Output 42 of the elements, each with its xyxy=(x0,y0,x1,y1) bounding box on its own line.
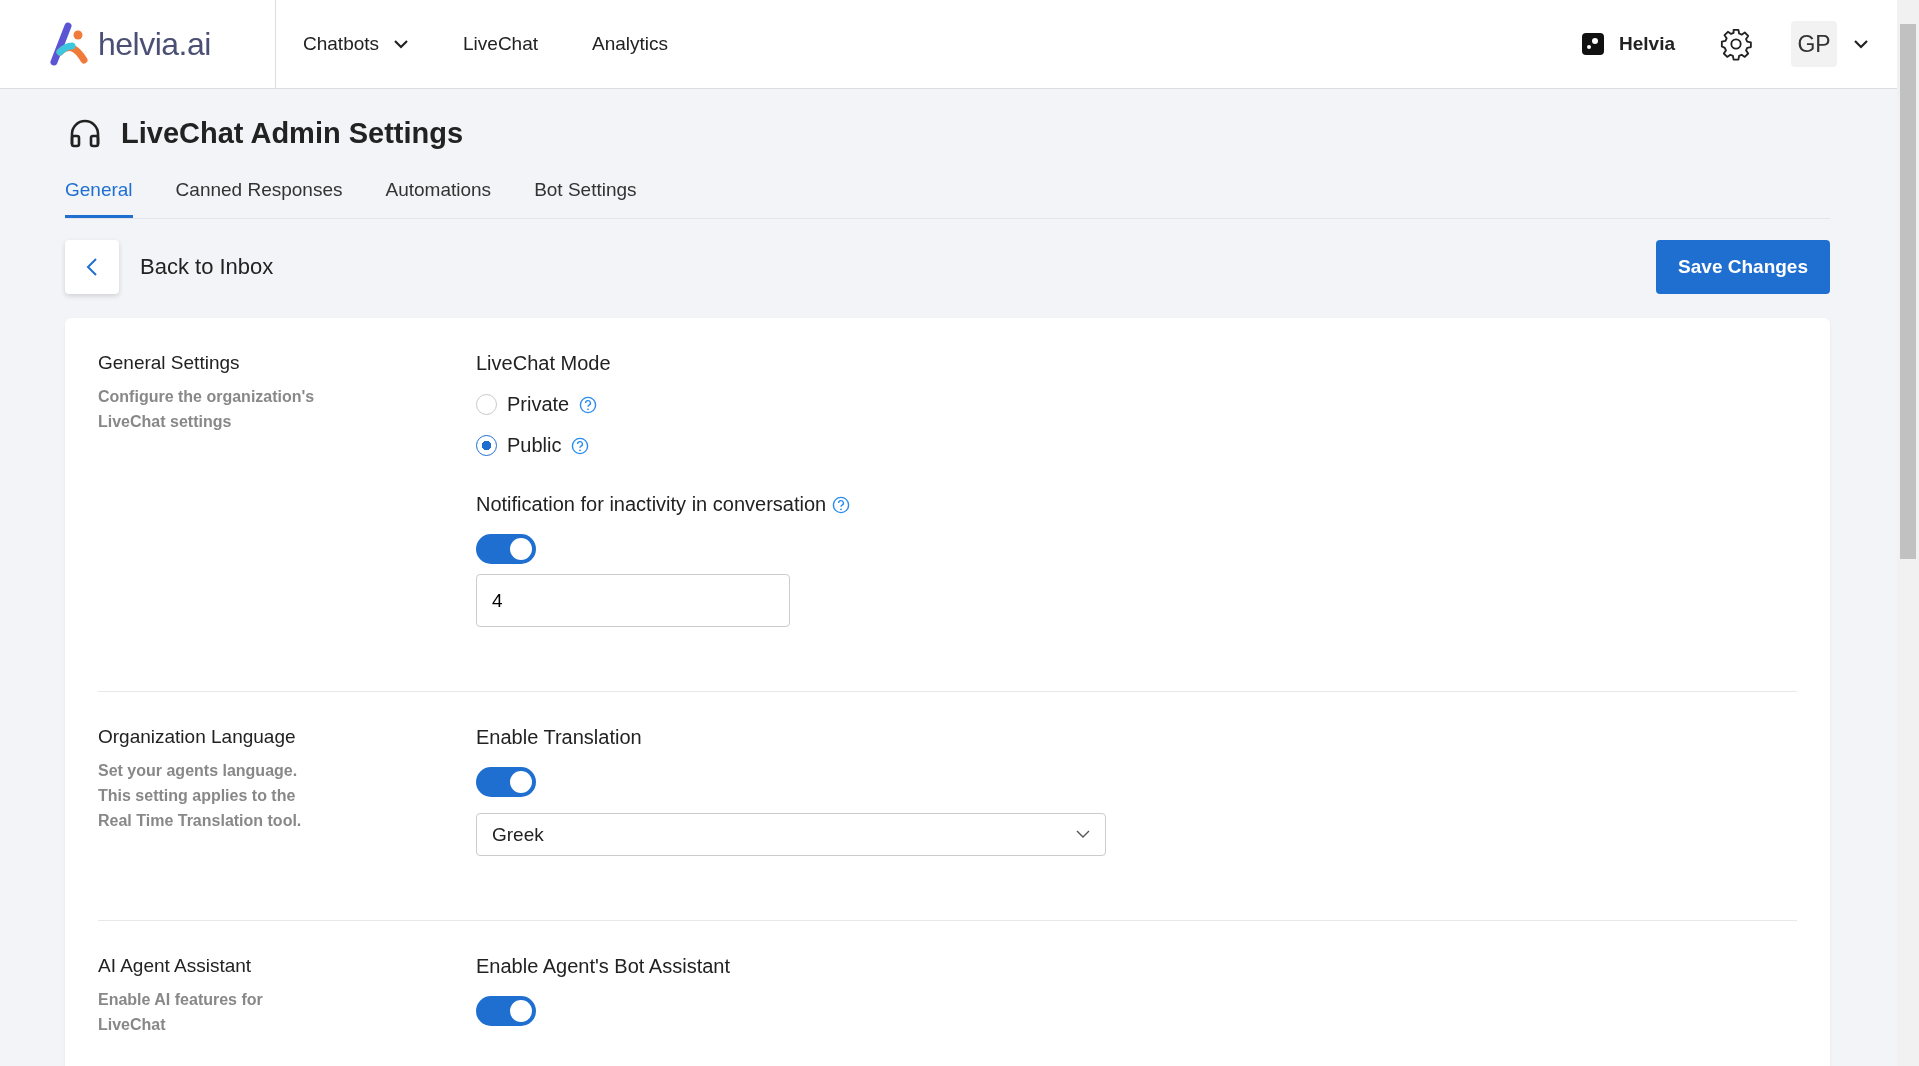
nav-link[interactable]: Analytics xyxy=(592,33,669,55)
page-title: LiveChat Admin Settings xyxy=(121,116,464,150)
help-icon[interactable] xyxy=(571,436,590,455)
help-icon[interactable] xyxy=(579,395,598,414)
radio-button[interactable] xyxy=(476,435,497,456)
save-button[interactable]: Save Changes xyxy=(1656,240,1830,294)
radio-label[interactable]: Private xyxy=(507,393,570,416)
toggle-switch[interactable] xyxy=(476,767,536,797)
toggle-switch[interactable] xyxy=(476,996,536,1026)
scrollbar[interactable] xyxy=(1897,0,1919,1066)
section-title: AI Agent Assistant xyxy=(98,955,253,977)
language-dropdown[interactable]: Greek xyxy=(476,813,1106,856)
radio-label[interactable]: Public xyxy=(507,434,562,457)
tab[interactable]: Automations xyxy=(385,169,492,218)
field-label: Enable Agent's Bot Assistant xyxy=(476,955,730,978)
section-description: Enable AI features for LiveChat xyxy=(98,990,264,1035)
tab[interactable]: Bot Settings xyxy=(534,169,637,218)
back-link[interactable]: Back to Inbox xyxy=(140,254,274,280)
chevron-down-icon xyxy=(393,39,410,49)
section-title: General Settings xyxy=(98,352,241,374)
field-label: LiveChat Mode xyxy=(476,352,612,375)
section-description: Set your agents language. This setting applies to the Real Time Translation tool. xyxy=(98,761,303,831)
tab[interactable]: General xyxy=(65,169,133,218)
user-avatar[interactable]: GP xyxy=(1791,21,1837,67)
toggle-switch[interactable] xyxy=(476,534,536,564)
workspace-icon xyxy=(1581,32,1605,56)
chevron-down-icon xyxy=(1076,830,1090,839)
workspace-name[interactable]: Helvia xyxy=(1619,33,1675,55)
field-label: Notification for inactivity in conversation xyxy=(476,493,827,516)
headset-icon xyxy=(69,118,101,148)
chevron-down-icon[interactable] xyxy=(1853,39,1869,49)
section-description: Configure the organization's LiveChat settings xyxy=(98,387,316,432)
settings-icon[interactable] xyxy=(1719,27,1753,61)
nav-link[interactable]: Chatbots xyxy=(303,33,410,55)
field-label: Enable Translation xyxy=(476,726,642,749)
tab[interactable]: Canned Responses xyxy=(175,169,343,218)
help-icon[interactable] xyxy=(832,495,851,514)
logo-text[interactable]: helvia.ai xyxy=(98,25,211,63)
chevron-left-icon xyxy=(86,257,98,277)
section-title: Organization Language xyxy=(98,726,297,748)
input-field[interactable]: 4 xyxy=(476,574,790,627)
nav-link[interactable]: LiveChat xyxy=(463,33,539,55)
